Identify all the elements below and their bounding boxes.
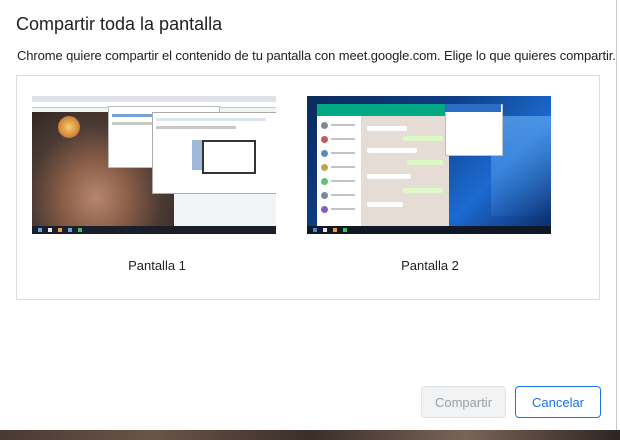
cancel-button[interactable]: Cancelar bbox=[515, 386, 601, 418]
background-page-strip bbox=[0, 430, 620, 440]
screen-2-label: Pantalla 2 bbox=[401, 258, 459, 273]
share-screen-dialog: Compartir toda la pantalla Chrome quiere… bbox=[0, 0, 617, 430]
screen-1-label: Pantalla 1 bbox=[128, 258, 186, 273]
screen-2-thumbnail[interactable] bbox=[307, 96, 551, 234]
screen-1-thumbnail[interactable] bbox=[32, 96, 276, 234]
screen-picker-panel: Pantalla 1 Pantalla 2 bbox=[16, 75, 600, 300]
screen-option-2[interactable]: Pantalla 2 bbox=[305, 96, 555, 273]
share-button[interactable]: Compartir bbox=[421, 386, 506, 418]
dialog-subtitle: Chrome quiere compartir el contenido de … bbox=[17, 48, 616, 63]
screen-option-1[interactable]: Pantalla 1 bbox=[32, 96, 282, 273]
dialog-title: Compartir toda la pantalla bbox=[16, 14, 223, 34]
